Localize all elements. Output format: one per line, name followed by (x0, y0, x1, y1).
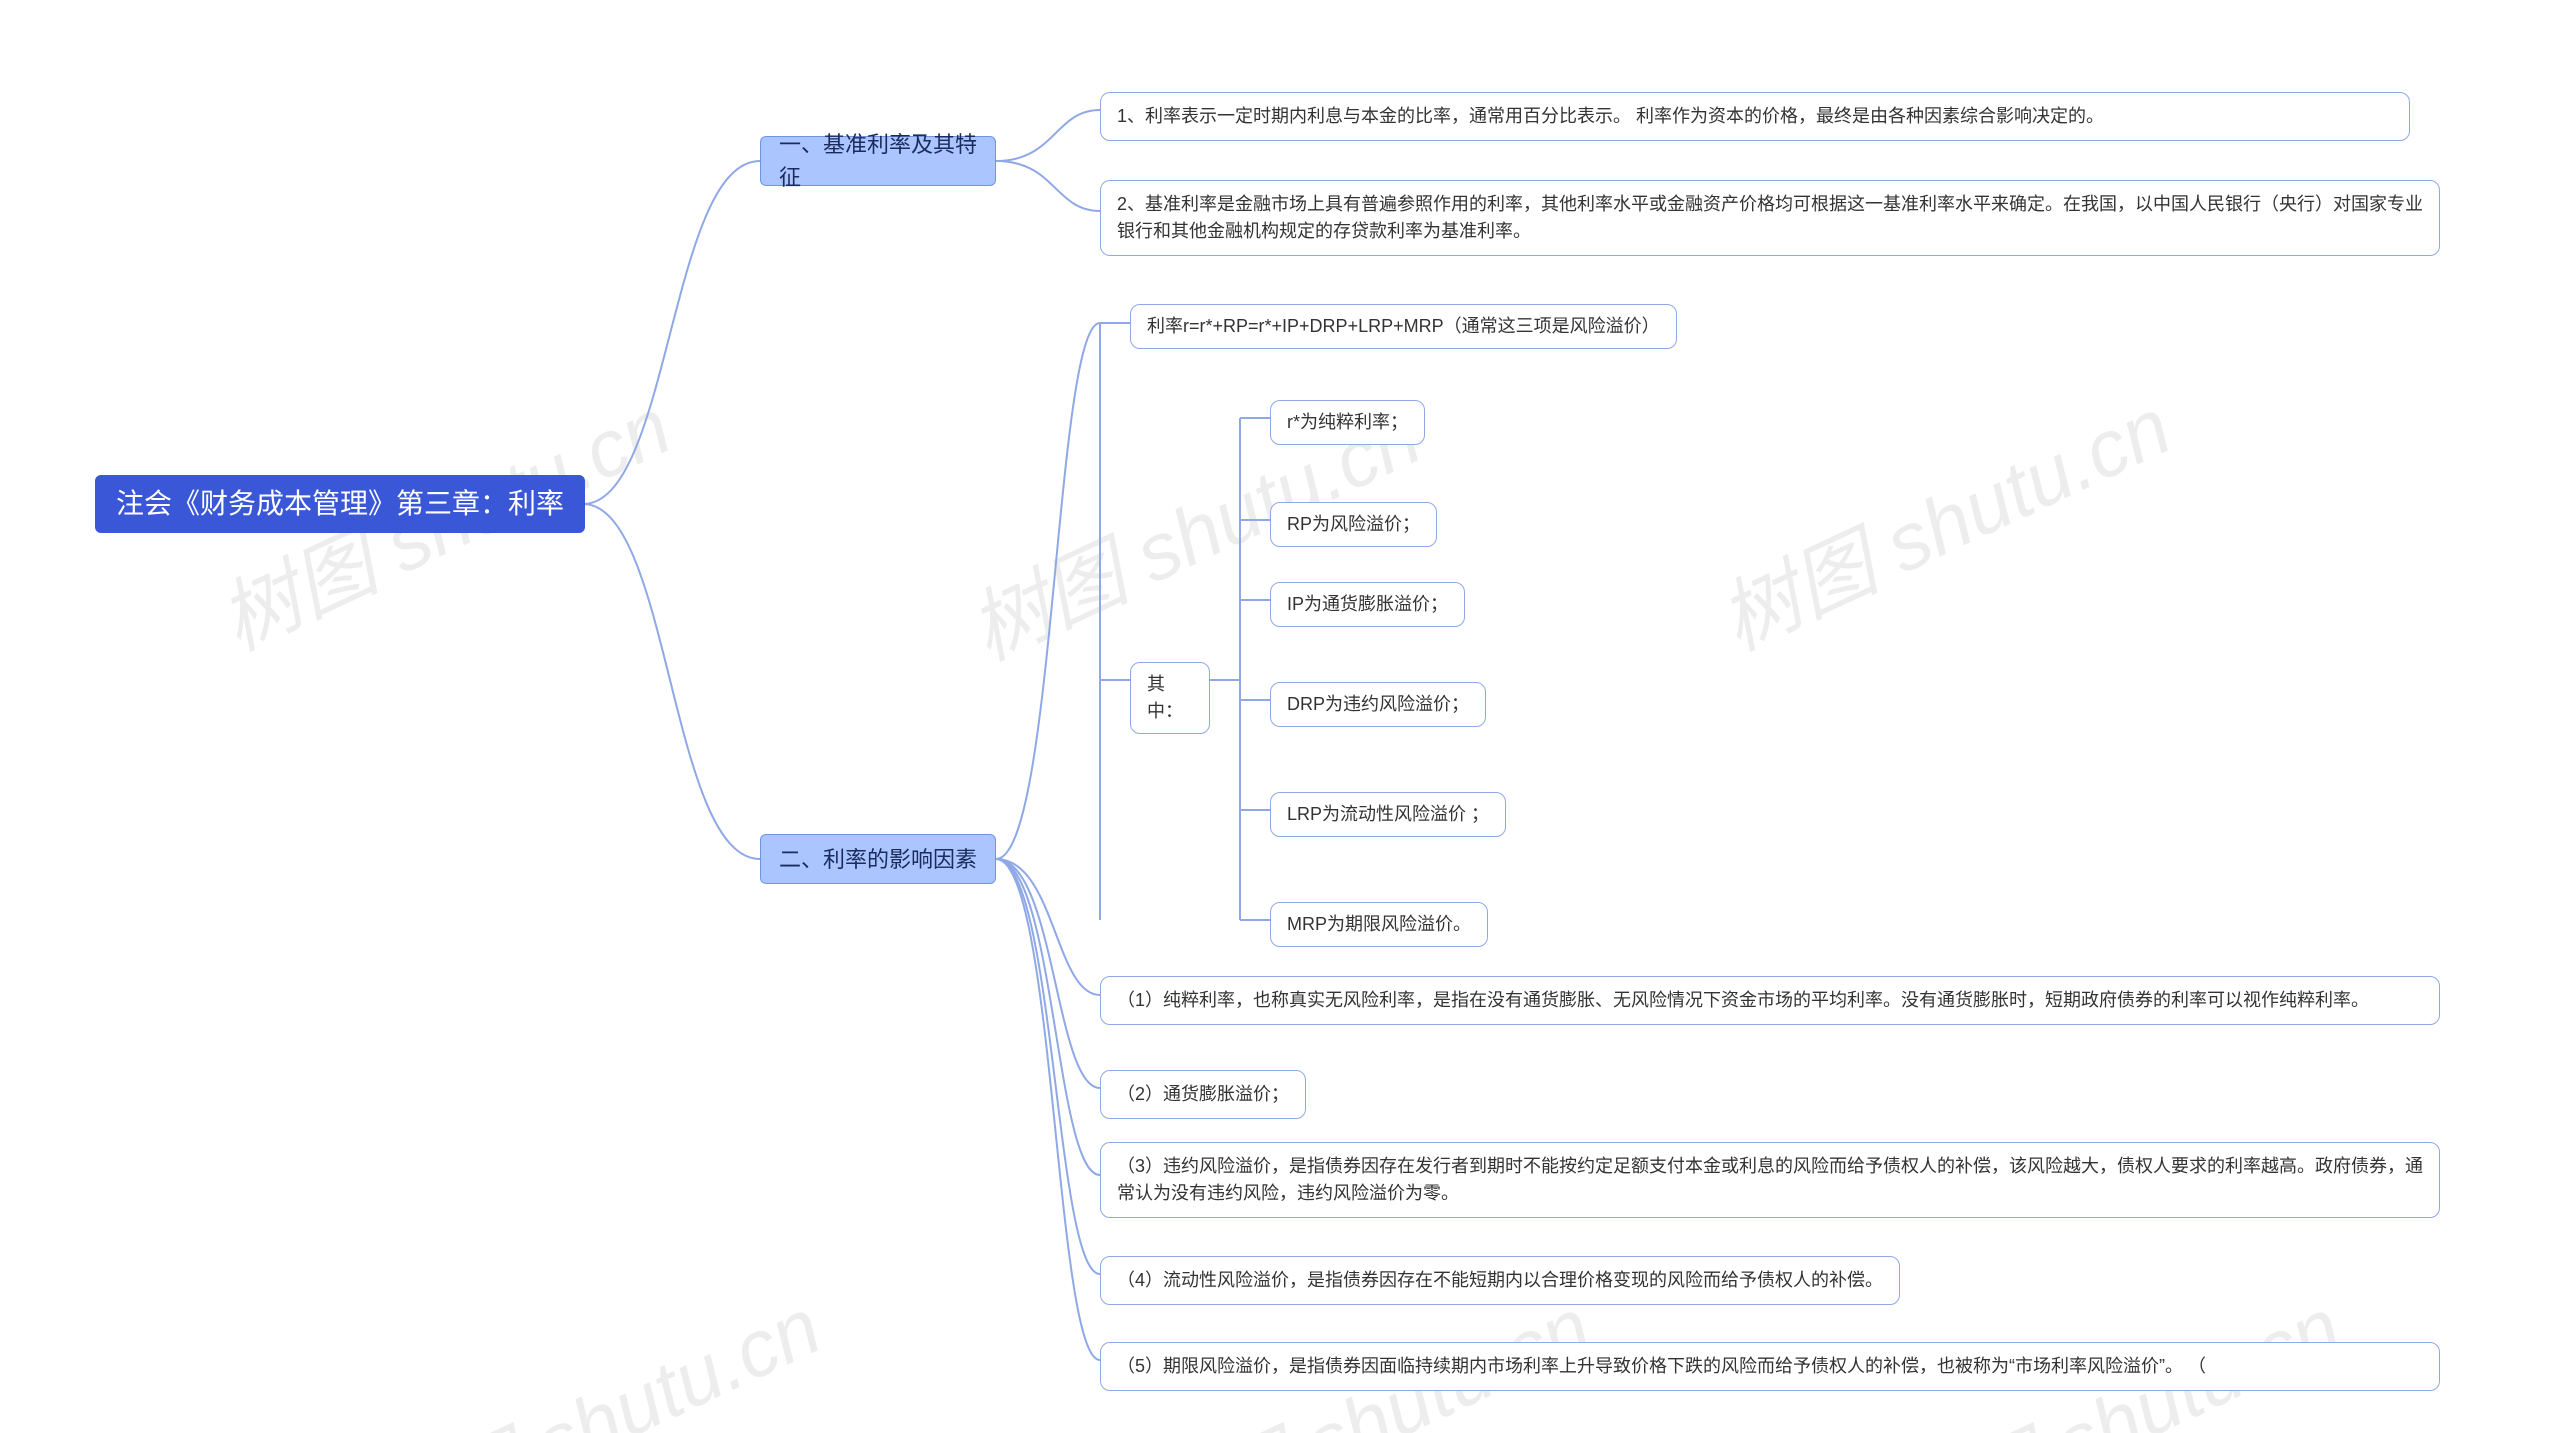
formula-node[interactable]: 利率r=r*+RP=r*+IP+DRP+LRP+MRP（通常这三项是风险溢价） (1130, 304, 1677, 349)
term-0[interactable]: r*为纯粹利率； (1270, 400, 1425, 445)
root-node[interactable]: 注会《财务成本管理》第三章：利率 (95, 475, 585, 533)
term-5[interactable]: MRP为期限风险溢价。 (1270, 902, 1488, 947)
term-4[interactable]: LRP为流动性风险溢价 ； (1270, 792, 1506, 837)
watermark: 树图 shutu.cn (348, 1263, 836, 1433)
note-1[interactable]: （2）通货膨胀溢价； (1100, 1070, 1306, 1119)
terms-label-node[interactable]: 其中： (1130, 662, 1210, 734)
branch1-item-0[interactable]: 1、利率表示一定时期内利息与本金的比率，通常用百分比表示。 利率作为资本的价格，… (1100, 92, 2410, 141)
note-2[interactable]: （3）违约风险溢价，是指债券因存在发行者到期时不能按约定足额支付本金或利息的风险… (1100, 1142, 2440, 1218)
mindmap-canvas: 树图 shutu.cn 树图 shutu.cn 树图 shutu.cn 树图 s… (0, 0, 2560, 1433)
branch-2[interactable]: 二、利率的影响因素 (760, 834, 996, 884)
note-4[interactable]: （5）期限风险溢价，是指债券因面临持续期内市场利率上升导致价格下跌的风险而给予债… (1100, 1342, 2440, 1391)
branch1-item-1[interactable]: 2、基准利率是金融市场上具有普遍参照作用的利率，其他利率水平或金融资产价格均可根… (1100, 180, 2440, 256)
note-0[interactable]: （1）纯粹利率，也称真实无风险利率，是指在没有通货膨胀、无风险情况下资金市场的平… (1100, 976, 2440, 1025)
term-3[interactable]: DRP为违约风险溢价； (1270, 682, 1486, 727)
term-2[interactable]: IP为通货膨胀溢价； (1270, 582, 1465, 627)
term-1[interactable]: RP为风险溢价； (1270, 502, 1437, 547)
branch-1[interactable]: 一、基准利率及其特征 (760, 136, 996, 186)
note-3[interactable]: （4）流动性风险溢价，是指债券因存在不能短期内以合理价格变现的风险而给予债权人的… (1100, 1256, 1900, 1305)
watermark: 树图 shutu.cn (1698, 363, 2186, 673)
